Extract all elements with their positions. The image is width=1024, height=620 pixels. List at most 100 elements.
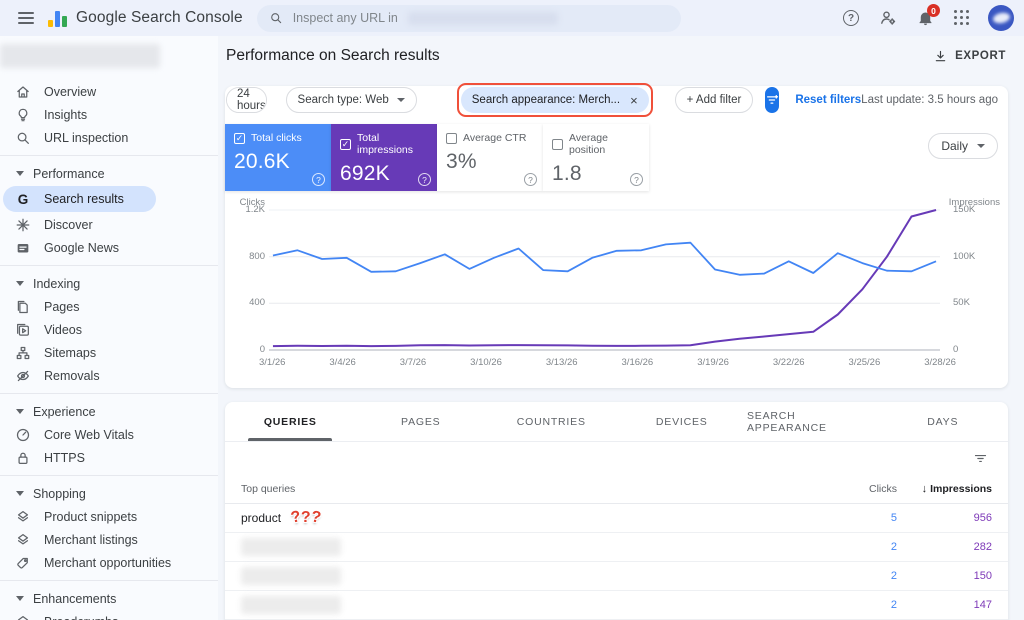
google-g-icon: G [15,192,31,207]
sidebar-item-merchant-listings[interactable]: Merchant listings [0,528,218,551]
metric-label: Average CTR [463,132,526,144]
sidebar-section-enhancements[interactable]: Enhancements [0,587,218,610]
average-ctr-card[interactable]: Average CTR 3% ? [437,124,543,191]
sidebar-item-overview[interactable]: Overview [0,80,218,103]
sidebar-item-label: Insights [44,108,87,122]
annotation-highlight-box: Search appearance: Merch... × [457,83,653,117]
help-icon: ? [843,10,859,26]
date-range-segmented-control: 24 hours 7 days ✓ 28 days 3 months More [226,87,267,113]
sidebar-item-label: Merchant listings [44,533,138,547]
download-icon [933,49,948,64]
apps-grid-icon [954,10,970,26]
chevron-down-icon [977,144,985,148]
section-label: Shopping [33,487,86,501]
sidebar-item-search-results[interactable]: G Search results [3,186,156,212]
sidebar-item-videos[interactable]: Videos [0,318,218,341]
sidebar-item-removals[interactable]: Removals [0,364,218,387]
hamburger-menu-icon[interactable] [14,5,40,31]
close-icon[interactable]: × [630,93,638,108]
query-text[interactable]: product [241,511,281,525]
metric-value: 20.6K [234,150,322,174]
help-icon[interactable]: ? [524,173,537,186]
app-top-bar: Google Search Console Inspect any URL in… [0,0,1024,36]
notifications-button[interactable]: 0 [914,7,936,29]
sidebar-item-sitemaps[interactable]: Sitemaps [0,341,218,364]
right-axis: Impressions 150K 100K 50K 0 [944,197,1000,375]
sidebar-item-https[interactable]: HTTPS [0,446,218,469]
total-impressions-card[interactable]: ✓ Total impressions 692K ? [331,124,437,191]
url-inspect-placeholder: Inspect any URL in [293,11,398,25]
tab-countries[interactable]: COUNTRIES [486,402,617,441]
checkbox-unchecked-icon[interactable] [446,133,457,144]
tab-search-appearance[interactable]: SEARCH APPEARANCE [747,402,878,441]
filter-list-icon[interactable] [973,451,988,466]
layers-icon [15,509,31,525]
sidebar-divider [0,475,218,476]
clicks-value: 2 [787,570,897,582]
tab-devices[interactable]: DEVICES [617,402,748,441]
account-avatar[interactable] [988,5,1014,31]
help-icon[interactable]: ? [418,173,431,186]
metric-value: 692K [340,162,428,186]
sitemap-icon [15,345,31,361]
table-row[interactable]: 2 147 [225,591,1008,620]
sidebar-item-merchant-opportunities[interactable]: Merchant opportunities [0,551,218,574]
average-position-card[interactable]: Average position 1.8 ? [543,124,649,191]
discover-star-icon [15,217,31,233]
property-selector-redacted[interactable] [0,44,160,68]
help-button[interactable]: ? [840,7,862,29]
range-24-hours[interactable]: 24 hours [227,88,267,112]
sidebar-section-performance[interactable]: Performance [0,162,218,185]
checkbox-checked-icon[interactable]: ✓ [340,139,351,150]
price-tag-icon [15,555,31,571]
help-icon[interactable]: ? [630,173,643,186]
add-filter-button[interactable]: + Add filter [675,87,754,113]
section-label: Experience [33,405,96,419]
metric-label: Average position [569,132,640,156]
sidebar-item-label: Videos [44,323,82,337]
column-top-queries[interactable]: Top queries [241,483,787,495]
checkbox-unchecked-icon[interactable] [552,139,563,150]
granularity-dropdown[interactable]: Daily [928,133,998,159]
sidebar-item-pages[interactable]: Pages [0,295,218,318]
filter-settings-button[interactable] [765,87,779,113]
funnel-icon [765,93,779,107]
table-row[interactable]: 2 150 [225,562,1008,591]
sidebar-item-discover[interactable]: Discover [0,213,218,236]
metrics-row: ✓ Total clicks 20.6K ? ✓ Total impressio… [225,124,998,191]
sidebar-item-label: Overview [44,85,96,99]
column-clicks[interactable]: Clicks [787,483,897,495]
left-axis: Clicks 1.2K 800 400 0 [235,197,265,375]
table-row[interactable]: 2 282 [225,533,1008,562]
sidebar-item-core-web-vitals[interactable]: Core Web Vitals [0,423,218,446]
sidebar-section-indexing[interactable]: Indexing [0,272,218,295]
reset-filters-button[interactable]: Reset filters [795,94,861,106]
checkbox-checked-icon[interactable]: ✓ [234,133,245,144]
sidebar-item-url-inspection[interactable]: URL inspection [0,126,218,149]
table-header-row: Top queries Clicks ↓Impressions [225,474,1008,504]
sort-desc-icon: ↓ [922,483,928,495]
google-apps-button[interactable] [951,7,973,29]
sidebar-item-label: Discover [44,218,93,232]
user-settings-button[interactable] [877,7,899,29]
sidebar-item-product-snippets[interactable]: Product snippets [0,505,218,528]
sidebar-section-experience[interactable]: Experience [0,400,218,423]
sidebar-item-insights[interactable]: Insights [0,103,218,126]
tab-queries[interactable]: QUERIES [225,402,356,441]
url-inspect-input[interactable]: Inspect any URL in [257,5,681,32]
search-type-chip[interactable]: Search type: Web [286,87,417,113]
sidebar-section-shopping[interactable]: Shopping [0,482,218,505]
help-icon[interactable]: ? [312,173,325,186]
export-button[interactable]: EXPORT [933,49,1006,64]
tab-pages[interactable]: PAGES [356,402,487,441]
clicks-line [273,243,936,275]
column-impressions[interactable]: ↓Impressions [897,483,992,495]
sidebar-item-google-news[interactable]: Google News [0,236,218,259]
tab-days[interactable]: DAYS [878,402,1009,441]
sidebar-item-breadcrumbs[interactable]: Breadcrumbs [0,610,218,620]
performance-card: 24 hours 7 days ✓ 28 days 3 months More … [225,86,1008,388]
table-row[interactable]: product ??? 5 956 [225,504,1008,533]
total-clicks-card[interactable]: ✓ Total clicks 20.6K ? [225,124,331,191]
search-appearance-chip[interactable]: Search appearance: Merch... × [461,87,649,113]
magnifier-icon [15,130,31,146]
